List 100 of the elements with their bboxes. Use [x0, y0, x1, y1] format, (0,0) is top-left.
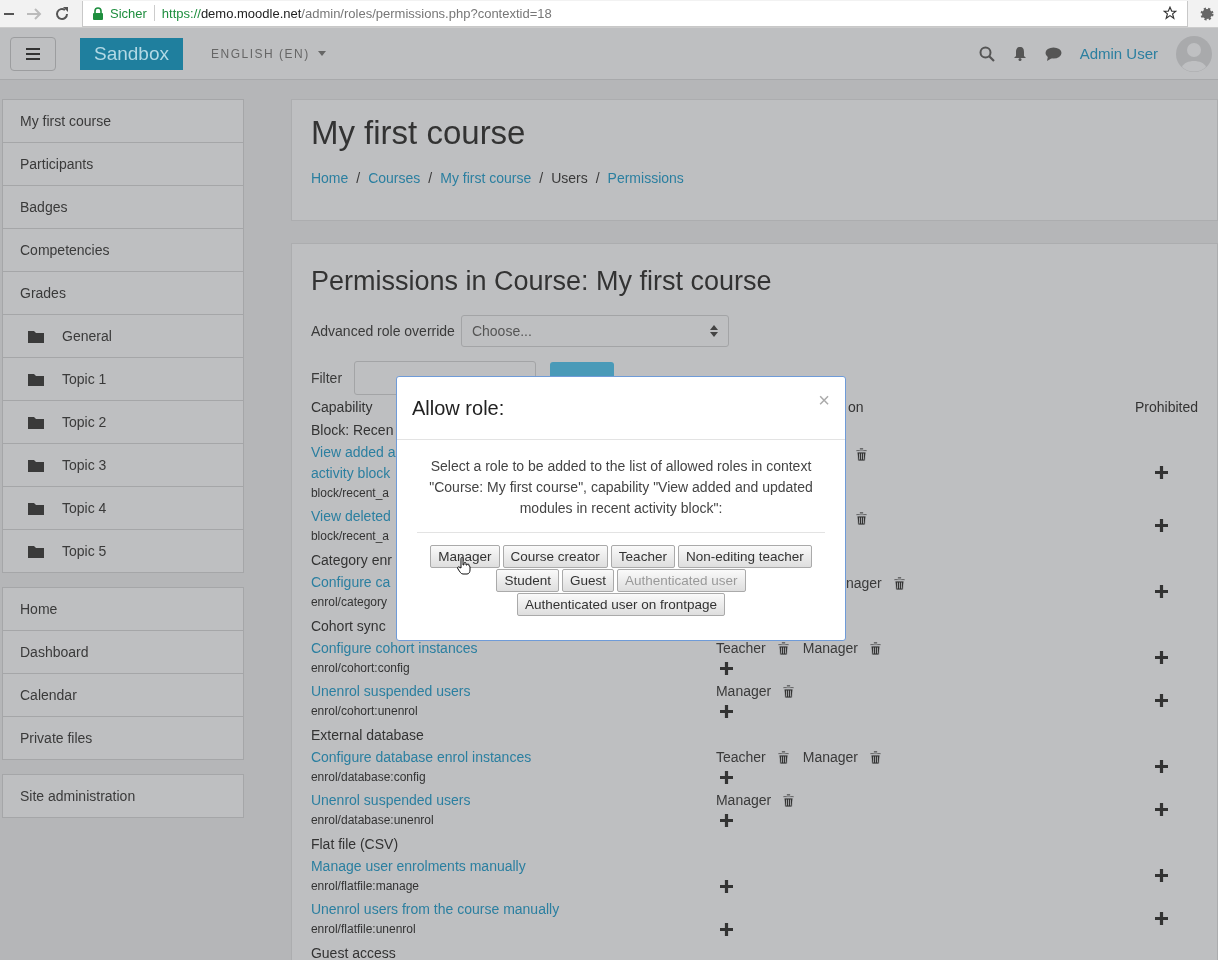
plus-icon[interactable] [1155, 803, 1169, 816]
caret-icon [317, 51, 326, 56]
menu-button[interactable] [10, 36, 56, 71]
sidebar-item[interactable]: Topic 1 [3, 357, 243, 400]
plus-icon[interactable] [719, 814, 733, 827]
filter-label: Filter [310, 370, 343, 386]
group-heading: Guest access [310, 945, 396, 960]
role-button[interactable]: Guest [561, 569, 614, 592]
group-heading: Category enr [310, 552, 392, 568]
plus-icon[interactable] [719, 662, 733, 675]
bell-icon[interactable] [1012, 46, 1027, 61]
plus-icon[interactable] [1155, 519, 1169, 532]
capability-code: enrol/category [310, 595, 387, 609]
star-icon[interactable] [1163, 6, 1177, 20]
sidebar-item[interactable]: Calendar [3, 673, 243, 716]
capability-code: enrol/database:unenrol [310, 813, 434, 827]
role-name: Manager [715, 792, 772, 808]
trash-icon[interactable] [777, 641, 789, 655]
sidebar-item[interactable]: Topic 5 [3, 529, 243, 572]
capability-code: block/recent_a [310, 529, 389, 543]
role-select[interactable]: Choose... [460, 315, 729, 347]
gear-icon[interactable] [1200, 6, 1214, 21]
dialog-title: Allow role: [412, 396, 505, 420]
sidebar-item[interactable]: Topic 4 [3, 486, 243, 529]
capability-code: block/recent_a [310, 486, 389, 500]
role-name: Manager [715, 683, 772, 699]
role-name: Teacher [715, 749, 766, 765]
sidebar-item[interactable]: Home [3, 588, 243, 630]
trash-icon[interactable] [855, 511, 867, 525]
plus-icon[interactable] [1155, 869, 1169, 882]
page-title: My first course [310, 114, 527, 152]
capability-code: enrol/cohort:config [310, 661, 410, 675]
folder-icon [28, 372, 44, 386]
role-button[interactable]: Authenticated user on frontpage [516, 593, 726, 616]
breadcrumb-separator: / [356, 170, 361, 186]
trash-icon[interactable] [855, 447, 867, 461]
capability-code: enrol/flatfile:manage [310, 879, 419, 893]
reload-icon[interactable] [54, 5, 70, 22]
folder-icon [28, 501, 44, 515]
dialog-message: Select a role to be added to the list of allowed roles in context "Course: My first course", capability "View added and updated modules in recent activity block": [417, 456, 825, 533]
sidebar-item[interactable]: Grades [3, 271, 243, 314]
breadcrumb-separator: / [539, 170, 544, 186]
sidebar-item[interactable]: Topic 2 [3, 400, 243, 443]
role-button[interactable]: Non-editing teacher [677, 545, 812, 568]
role-button[interactable]: Student [496, 569, 559, 592]
sidebar-item[interactable]: Topic 3 [3, 443, 243, 486]
breadcrumb-separator: / [428, 170, 433, 186]
trash-icon[interactable] [870, 750, 881, 764]
capability-code: enrol/cohort:unenrol [310, 704, 418, 718]
role-name: nager [845, 575, 882, 591]
role-button[interactable]: Teacher [610, 545, 675, 568]
trash-icon[interactable] [870, 641, 881, 655]
plus-icon[interactable] [1155, 760, 1169, 773]
trash-icon[interactable] [893, 576, 905, 590]
sidebar-item[interactable]: General [3, 314, 243, 357]
trash-icon[interactable] [783, 793, 795, 807]
sidebar-item[interactable]: Private files [3, 716, 243, 759]
role-name: Manager [802, 640, 858, 656]
breadcrumb-text: Users [551, 170, 588, 186]
address-bar[interactable]: Sicher https://demo.moodle.net/admin/roles/permissions.php?contextid=18 [82, 0, 1188, 27]
capability-code: enrol/flatfile:unenrol [310, 922, 416, 936]
capability-code: enrol/database:config [310, 770, 426, 784]
role-name: Teacher [715, 640, 766, 656]
group-heading: Block: Recen [310, 422, 394, 438]
column-header: Prohibited [1133, 398, 1198, 417]
column-header: Capability [310, 399, 373, 415]
trash-icon[interactable] [777, 750, 789, 764]
plus-icon[interactable] [1155, 651, 1169, 664]
folder-icon [28, 544, 44, 558]
sort-icon [709, 325, 718, 337]
secure-label: Sicher [110, 5, 147, 21]
folder-icon [28, 329, 44, 343]
column-header: on [847, 399, 864, 415]
lock-icon [93, 6, 103, 20]
plus-icon[interactable] [1155, 694, 1169, 707]
sidebar-item[interactable]: Competencies [3, 228, 243, 271]
role-button[interactable]: Course creator [502, 545, 608, 568]
plus-icon[interactable] [719, 705, 733, 718]
sidebar-item[interactable]: Site administration [3, 775, 243, 817]
group-heading: External database [310, 727, 424, 743]
chat-icon[interactable] [1044, 46, 1062, 61]
section-title: Permissions in Course: My first course [310, 266, 773, 297]
plus-icon[interactable] [1155, 585, 1169, 598]
override-label: Advanced role override [310, 323, 455, 339]
plus-icon[interactable] [719, 880, 733, 893]
trash-icon[interactable] [783, 684, 795, 698]
sidebar-item[interactable]: Dashboard [3, 630, 243, 673]
sidebar-item[interactable]: My first course [3, 100, 243, 142]
folder-icon [28, 458, 44, 472]
plus-icon[interactable] [719, 771, 733, 784]
plus-icon[interactable] [719, 923, 733, 936]
group-heading: Cohort sync [310, 618, 386, 634]
role-button[interactable]: Manager [430, 545, 500, 568]
plus-icon[interactable] [1155, 465, 1169, 479]
plus-icon[interactable] [1155, 912, 1169, 925]
sidebar-item[interactable]: Participants [3, 142, 243, 185]
role-name: Manager [802, 749, 858, 765]
sidebar-item[interactable]: Badges [3, 185, 243, 228]
group-heading: Flat file (CSV) [310, 836, 399, 852]
search-icon[interactable] [978, 45, 995, 62]
